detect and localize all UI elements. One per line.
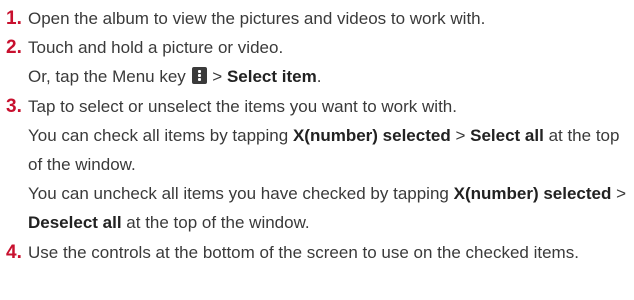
separator: >	[616, 184, 627, 204]
alt-suffix: .	[316, 67, 322, 87]
x-selected-label: X(number) selected	[453, 184, 612, 204]
step-number: 1.	[6, 8, 22, 29]
step-text: Touch and hold a picture or video.	[28, 38, 284, 58]
step-text: Open the album to view the pictures and …	[28, 9, 486, 28]
select-item-label: Select item	[226, 67, 317, 87]
x-selected-label: X(number) selected	[292, 125, 451, 145]
step-alt-instruction: Or, tap the Menu key > Select item.	[28, 62, 630, 91]
step-text: Use the controls at the bottom of the sc…	[28, 242, 579, 262]
step-4: 4. Use the controls at the bottom of the…	[6, 238, 630, 267]
separator: >	[455, 125, 466, 145]
menu-key-icon	[191, 67, 207, 85]
select-all-label: Select all	[470, 125, 544, 145]
uncheck-all-paragraph: You can uncheck all items you have check…	[28, 179, 630, 237]
step-2: 2. Touch and hold a picture or video. Or…	[6, 33, 630, 91]
check-all-paragraph: You can check all items by tapping X(num…	[28, 121, 630, 179]
alt-prefix: Or, tap the Menu key	[28, 67, 186, 87]
paragraph-text: You can check all items by tapping	[28, 125, 289, 145]
step-number: 2.	[6, 37, 22, 59]
separator: >	[212, 67, 223, 87]
paragraph-text: You can uncheck all items you have check…	[28, 184, 449, 204]
deselect-all-label: Deselect all	[28, 213, 122, 233]
paragraph-text: at the top of the window.	[126, 213, 310, 233]
step-number: 3.	[6, 95, 22, 117]
instruction-list: 1. Open the album to view the pictures a…	[6, 4, 630, 267]
step-3: 3. Tap to select or unselect the items y…	[6, 92, 630, 238]
step-1: 1. Open the album to view the pictures a…	[6, 4, 630, 33]
step-text: Tap to select or unselect the items you …	[28, 96, 457, 116]
step-number: 4.	[6, 241, 22, 263]
